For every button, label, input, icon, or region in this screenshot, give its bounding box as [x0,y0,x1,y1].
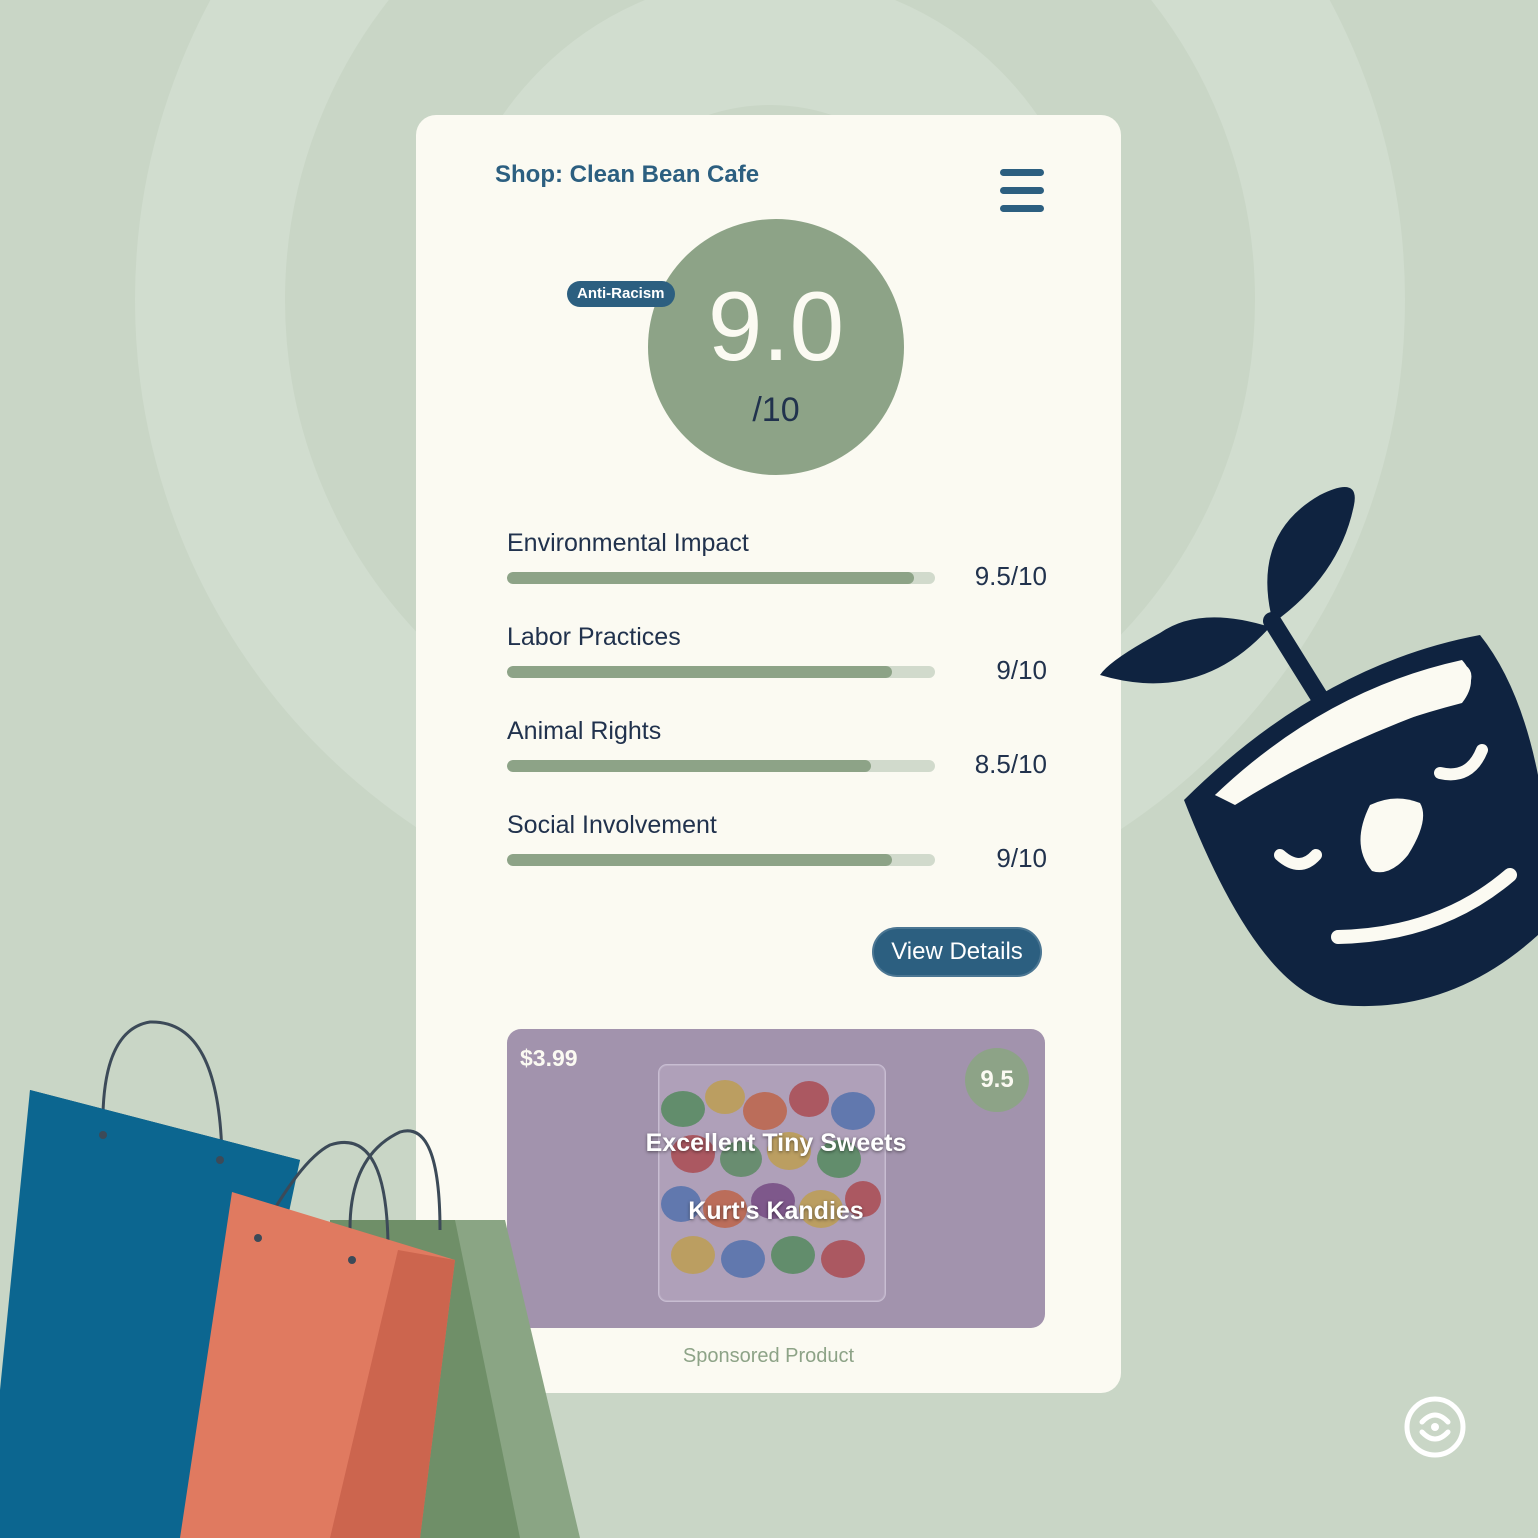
metric-value: 9/10 [996,843,1047,873]
metric-value: 8.5/10 [974,749,1047,779]
overall-score: 9.0 /10 [648,219,904,475]
shopping-bags-illustration [0,1020,580,1538]
shop-title: Shop: Clean Bean Cafe [495,161,760,188]
metric-label: Labor Practices [507,623,681,651]
metric-bar-fill [507,666,893,678]
smiling-plant-pot-icon [1100,487,1538,1007]
score-value: 9.0 [707,271,845,381]
hamburger-menu-icon[interactable] [998,167,1046,213]
category-badge: Anti-Racism [567,281,675,307]
metric-labor-practices: Labor Practices 9/10 [507,623,1047,703]
metric-social-involvement: Social Involvement 9/10 [507,811,1047,891]
score-out-of: /10 [752,391,800,429]
product-rating: 9.5 [965,1048,1029,1112]
circle-logo-icon [1404,1396,1466,1458]
metric-label: Environmental Impact [507,529,749,557]
metric-bar [507,854,935,866]
metric-bar-fill [507,854,893,866]
metric-bar [507,760,935,772]
metric-bar-fill [507,760,871,772]
metric-bar [507,572,935,584]
metric-environmental-impact: Environmental Impact 9.5/10 [507,529,1047,609]
metric-label: Social Involvement [507,811,717,839]
metric-value: 9.5/10 [974,561,1047,591]
metric-animal-rights: Animal Rights 8.5/10 [507,717,1047,797]
metric-label: Animal Rights [507,717,662,745]
candy-jar-image [658,1064,886,1302]
metric-bar-fill [507,572,914,584]
metric-bar [507,666,935,678]
view-details-button[interactable]: View Details [872,927,1042,977]
metric-value: 9/10 [996,655,1047,685]
